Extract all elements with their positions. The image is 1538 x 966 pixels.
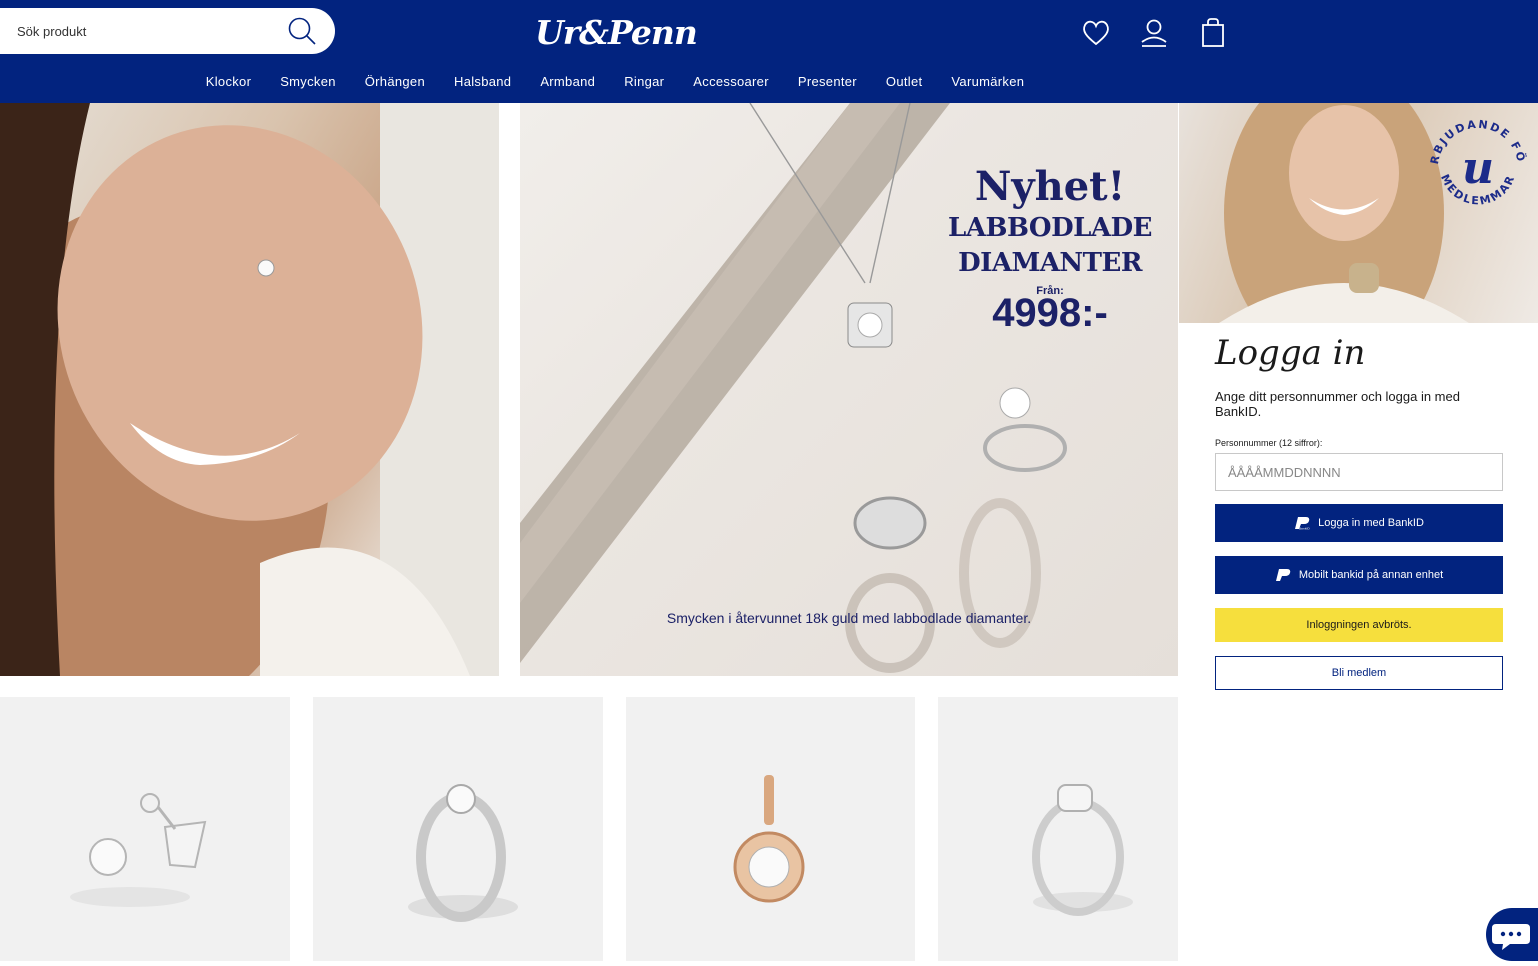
nav-item-klockor[interactable]: Klockor <box>191 74 265 89</box>
nav-item-accessoarer[interactable]: Accessoarer <box>679 74 784 89</box>
member-offer-badge: ERBJUDANDE FÖR MEDLEMMAR u <box>1423 113 1527 208</box>
hero-lab-diamonds-banner[interactable]: Nyhet! LABBODLADE DIAMANTER Från: 4998:-… <box>520 103 1178 676</box>
search-bar <box>0 8 335 54</box>
product-card[interactable] <box>938 697 1178 961</box>
badge-monogram: u <box>1462 143 1494 194</box>
login-description: Ange ditt personnummer och logga in med … <box>1215 389 1460 419</box>
hero-subheading-2: DIAMANTER <box>958 248 1142 278</box>
bankid-login-label: Logga in med BankID <box>1318 517 1424 529</box>
site-logo[interactable]: Ur&Penn <box>535 13 698 53</box>
product-image-solitaire-ring <box>408 784 518 922</box>
product-card[interactable] <box>313 697 603 961</box>
hero-woman-ring-image[interactable] <box>0 103 499 676</box>
product-image-halo-ring <box>1032 784 1133 916</box>
nav-item-varumarken[interactable]: Varumärken <box>937 74 1039 89</box>
hero-subheading-1: LABBODLADE <box>948 213 1152 243</box>
hero-price: 4998:- <box>992 291 1108 335</box>
nav-item-ringar[interactable]: Ringar <box>610 74 679 89</box>
nav-item-halsband[interactable]: Halsband <box>440 74 526 89</box>
mobile-bankid-label: Mobilt bankid på annan enhet <box>1298 569 1444 581</box>
search-icon[interactable] <box>287 16 317 46</box>
shopping-bag-icon[interactable] <box>1197 17 1229 49</box>
bankid-icon: BankID <box>1295 517 1311 531</box>
personnummer-label: Personnummer (12 siffror): <box>1215 438 1323 448</box>
bankid-icon <box>1275 569 1291 581</box>
chat-button[interactable] <box>1486 908 1538 961</box>
product-image-halo-pendant <box>733 775 805 903</box>
product-card[interactable] <box>0 697 290 961</box>
login-title: Logga in <box>1215 333 1366 373</box>
hero-heading: Nyhet! <box>974 163 1126 210</box>
login-status-alert: Inloggningen avbröts. <box>1215 608 1503 642</box>
search-input[interactable] <box>17 23 267 39</box>
product-card[interactable] <box>626 697 915 961</box>
personnummer-input[interactable] <box>1215 453 1503 491</box>
nav-item-presenter[interactable]: Presenter <box>783 74 871 89</box>
hero-caption: Smycken i återvunnet 18k guld med labbod… <box>666 610 1032 626</box>
mobile-bankid-button[interactable]: Mobilt bankid på annan enhet <box>1215 556 1503 594</box>
login-panel: Logga in Ange ditt personnummer och logg… <box>1215 333 1503 690</box>
site-header: Ur&Penn Klockor Smycken Örhängen Halsban… <box>0 0 1538 103</box>
become-member-label: Bli medlem <box>1331 667 1387 679</box>
hero-promo-text: Nyhet! LABBODLADE DIAMANTER Från: 4998:- <box>930 163 1170 333</box>
nav-item-smycken[interactable]: Smycken <box>266 74 351 89</box>
nav-item-outlet[interactable]: Outlet <box>871 74 936 89</box>
account-user-icon[interactable] <box>1138 17 1170 49</box>
svg-text:BankID: BankID <box>1299 527 1310 531</box>
wishlist-heart-icon[interactable] <box>1080 17 1112 49</box>
login-status-text: Inloggningen avbröts. <box>1306 619 1412 631</box>
become-member-button[interactable]: Bli medlem <box>1215 656 1503 690</box>
nav-item-orhangen[interactable]: Örhängen <box>350 74 439 89</box>
chat-bubble-icon <box>1492 924 1530 950</box>
member-offer-image[interactable]: ERBJUDANDE FÖR MEDLEMMAR u <box>1179 103 1538 323</box>
bankid-login-button[interactable]: BankID Logga in med BankID <box>1215 504 1503 542</box>
nav-item-armband[interactable]: Armband <box>526 74 610 89</box>
main-navigation: Klockor Smycken Örhängen Halsband Armban… <box>0 74 1230 89</box>
product-image-stud-earrings <box>70 793 207 907</box>
